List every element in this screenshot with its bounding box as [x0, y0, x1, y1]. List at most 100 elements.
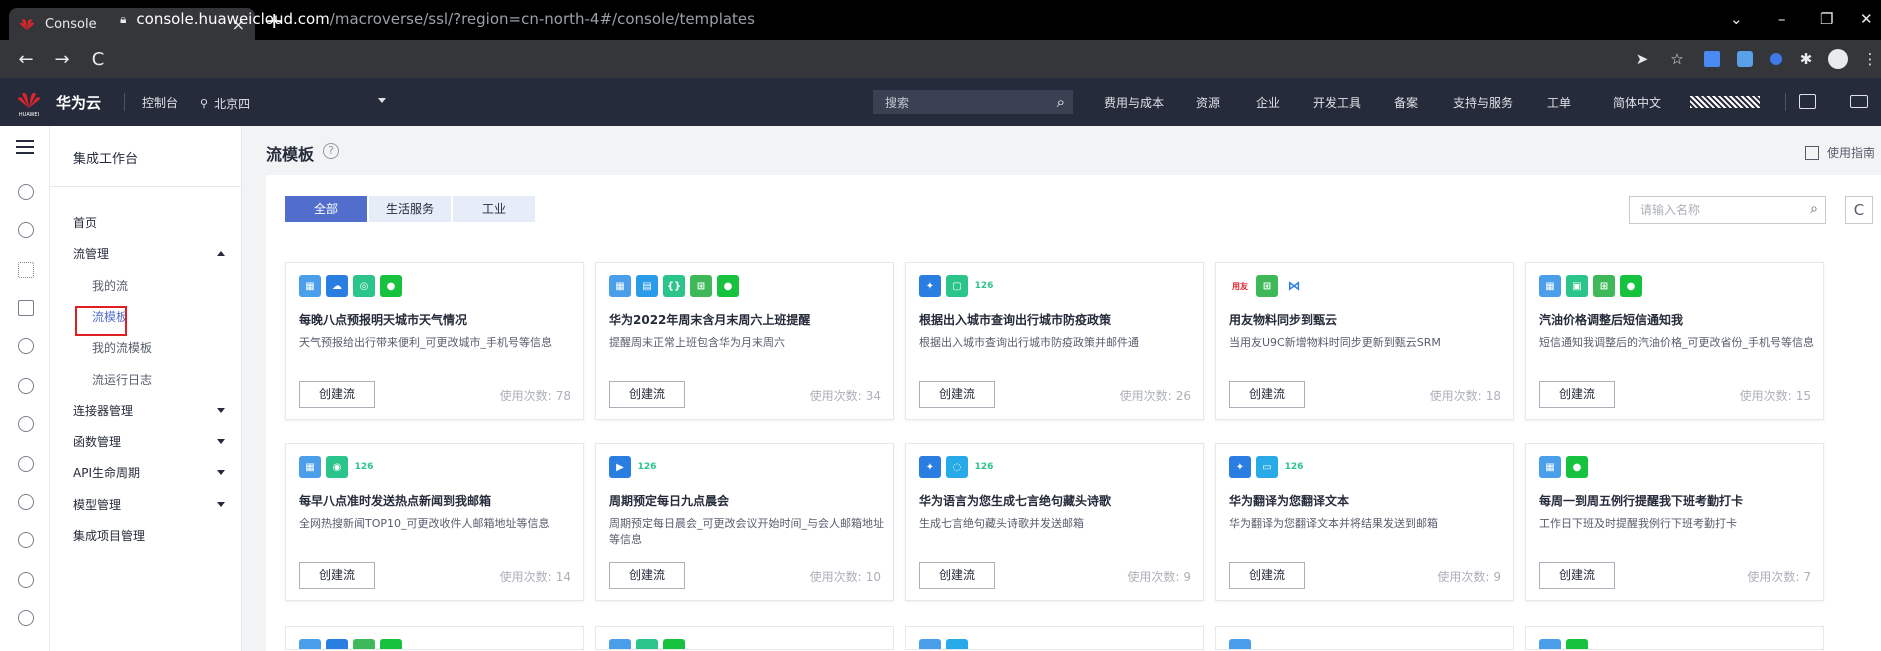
search-icon[interactable]: ⌕ [1057, 93, 1065, 111]
card-description: 全网热搜新闻TOP10_可更改收件人邮箱地址等信息 [299, 517, 550, 530]
create-flow-button[interactable]: 创建流 [609, 562, 685, 589]
template-search-field[interactable]: ⌕ [1629, 196, 1826, 224]
create-flow-button[interactable]: 创建流 [919, 381, 995, 408]
tab-search-icon[interactable]: ⌄ [1730, 10, 1743, 28]
template-card[interactable]: ▦ ▤ {} ⊞ ● 华为2022年周末含月末周六上班提醒 提醒周末正常上班包含… [595, 262, 894, 420]
user-guide-link[interactable]: 使用指南 [1804, 144, 1875, 161]
template-card[interactable]: ▦ ● 每周一到周五例行提醒我下班考勤打卡 工作日下班及时提醒我例行下班考勤打卡… [1525, 443, 1824, 601]
template-card[interactable]: ▦ ▣ ⊞ ● 汽油价格调整后短信通知我 短信通知我调整后的汽油价格_可更改省份… [1525, 262, 1824, 420]
template-card[interactable]: ✦ ▭ 126 华为翻译为您翻译文本 华为翻译为您翻译文本并将结果发送到邮箱 创… [1215, 443, 1514, 601]
create-flow-button[interactable]: 创建流 [1539, 562, 1615, 589]
create-flow-button[interactable]: 创建流 [609, 381, 685, 408]
template-search-input[interactable] [1640, 203, 1800, 217]
sidebar-item-models[interactable]: 模型管理 [73, 496, 121, 513]
nav-link-devtools[interactable]: 开发工具 [1313, 94, 1361, 111]
nav-link-filing[interactable]: 备案 [1394, 94, 1418, 111]
chevron-down-icon[interactable] [217, 439, 225, 444]
card-title: 每晚八点预报明天城市天气情况 [299, 313, 468, 327]
create-flow-button[interactable]: 创建流 [299, 381, 375, 408]
chevron-down-icon[interactable] [217, 502, 225, 507]
template-card[interactable]: ✦ ◌ 126 华为语言为您生成七言绝句藏头诗歌 生成七言绝句藏头诗歌并发送邮箱… [905, 443, 1204, 601]
send-icon[interactable]: ➤ [1630, 47, 1654, 71]
document-service-icon[interactable] [18, 300, 34, 316]
language-selector[interactable]: 简体中文 [1613, 94, 1661, 111]
sidebar-item-flow-run-logs[interactable]: 流运行日志 [92, 371, 152, 388]
brand-name[interactable]: 华为云 [56, 92, 101, 113]
extension-b-icon[interactable] [1764, 47, 1788, 71]
database-service-icon[interactable] [18, 378, 34, 394]
sidebar-item-my-flow-templates[interactable]: 我的流模板 [92, 339, 152, 356]
url-field[interactable]: 🔒︎ console.huaweicloud.com /macroverse/s… [110, 5, 1630, 33]
template-card[interactable]: ✦ ▢ 126 根据出入城市查询出行城市防疫政策 根据出入城市查询出行城市防疫政… [905, 262, 1204, 420]
sidebar-item-api-lifecycle[interactable]: API生命周期 [73, 464, 140, 481]
mail-icon[interactable] [1850, 95, 1868, 108]
create-flow-button[interactable]: 创建流 [1539, 381, 1615, 408]
extensions-puzzle-icon[interactable]: ✱ [1794, 47, 1818, 71]
template-card[interactable]: ▶ 126 周期预定每日九点晨会 周期预定每日晨会_可更改会议开始时间_与会人邮… [595, 443, 894, 601]
reload-icon[interactable]: C [80, 49, 116, 70]
people-service-icon[interactable] [18, 532, 34, 548]
cloud-database-icon[interactable] [18, 610, 34, 626]
network-service-icon[interactable] [18, 262, 34, 278]
template-card[interactable] [285, 626, 584, 650]
sidebar-item-flow-management[interactable]: 流管理 [73, 245, 109, 262]
minimize-icon[interactable]: – [1778, 10, 1786, 28]
sidebar-item-connectors[interactable]: 连接器管理 [73, 402, 133, 419]
template-card[interactable]: 用友 ⊞ ⋈ 用友物料同步到甄云 当用友U9C新增物料时同步更新到甄云SRM 创… [1215, 262, 1514, 420]
template-card[interactable] [595, 626, 894, 650]
huawei-logo-icon[interactable]: HUAWEI [14, 88, 44, 118]
chevron-down-icon[interactable] [217, 408, 225, 413]
extension-a-icon[interactable] [1733, 47, 1757, 71]
card-description: 短信通知我调整后的汽油价格_可更改省份_手机号等信息 [1539, 336, 1814, 349]
create-flow-button[interactable]: 创建流 [919, 562, 995, 589]
template-card[interactable] [1525, 626, 1824, 650]
sidebar-item-my-flows[interactable]: 我的流 [92, 277, 128, 294]
profile-avatar-icon[interactable] [1826, 47, 1850, 71]
sidebar-item-home[interactable]: 首页 [73, 214, 97, 231]
nav-link-resources[interactable]: 资源 [1196, 94, 1220, 111]
chevron-up-icon[interactable] [217, 251, 225, 256]
search-icon[interactable]: ⌕ [1810, 201, 1818, 217]
region-selector[interactable]: ⚲ 北京四 [200, 92, 386, 114]
tab-all[interactable]: 全部 [285, 196, 367, 222]
template-card[interactable] [905, 626, 1204, 650]
huawei-logo-icon [20, 19, 34, 30]
cloud-service-icon[interactable] [18, 184, 34, 200]
template-card[interactable]: ▦ ◉ 126 每早八点准时发送热点新闻到我邮箱 全网热搜新闻TOP10_可更改… [285, 443, 584, 601]
more-menu-icon[interactable]: ⋮ [1858, 47, 1881, 71]
chevron-down-icon[interactable] [217, 470, 225, 475]
cloud-stack-icon[interactable] [18, 416, 34, 432]
tab-life-services[interactable]: 生活服务 [369, 196, 451, 222]
nav-link-enterprise[interactable]: 企业 [1256, 94, 1280, 111]
nav-link-billing[interactable]: 费用与成本 [1104, 94, 1164, 111]
global-search-input[interactable]: 搜索 ⌕ [873, 90, 1073, 114]
forward-icon[interactable]: → [44, 49, 80, 70]
copyright-service-icon[interactable] [18, 494, 34, 510]
bookmark-star-icon[interactable]: ☆ [1665, 47, 1689, 71]
back-icon[interactable]: ← [8, 49, 44, 70]
create-flow-button[interactable]: 创建流 [1229, 381, 1305, 408]
restore-icon[interactable]: ❐ [1820, 10, 1833, 28]
template-card[interactable] [1215, 626, 1514, 650]
console-link[interactable]: 控制台 [142, 94, 178, 111]
card-description: 华为翻译为您翻译文本并将结果发送到邮箱 [1229, 517, 1438, 530]
sidebar-item-integration-projects[interactable]: 集成项目管理 [73, 527, 145, 544]
create-flow-button[interactable]: 创建流 [299, 562, 375, 589]
refresh-button[interactable]: C [1845, 196, 1873, 224]
storage-service-icon[interactable] [18, 222, 34, 238]
nav-link-support[interactable]: 支持与服务 [1453, 94, 1513, 111]
translate-extension-icon[interactable] [1700, 47, 1724, 71]
sidebar-item-functions[interactable]: 函数管理 [73, 433, 121, 450]
account-name-masked[interactable] [1690, 96, 1760, 108]
close-window-icon[interactable]: ✕ [1860, 10, 1873, 28]
tab-industry[interactable]: 工业 [453, 196, 535, 222]
anchor-icon[interactable] [18, 456, 34, 472]
console-screen-icon[interactable] [1799, 94, 1816, 109]
globe-icon[interactable] [18, 572, 34, 588]
cloud-outline-icon[interactable] [18, 338, 34, 354]
create-flow-button[interactable]: 创建流 [1229, 562, 1305, 589]
template-card[interactable]: ▦ ☁ ◎ ● 每晚八点预报明天城市天气情况 天气预报给出行带来便利_可更改城市… [285, 262, 584, 420]
help-icon[interactable]: ? [323, 143, 339, 159]
hamburger-menu-icon[interactable] [16, 140, 34, 154]
nav-link-tickets[interactable]: 工单 [1547, 94, 1571, 111]
